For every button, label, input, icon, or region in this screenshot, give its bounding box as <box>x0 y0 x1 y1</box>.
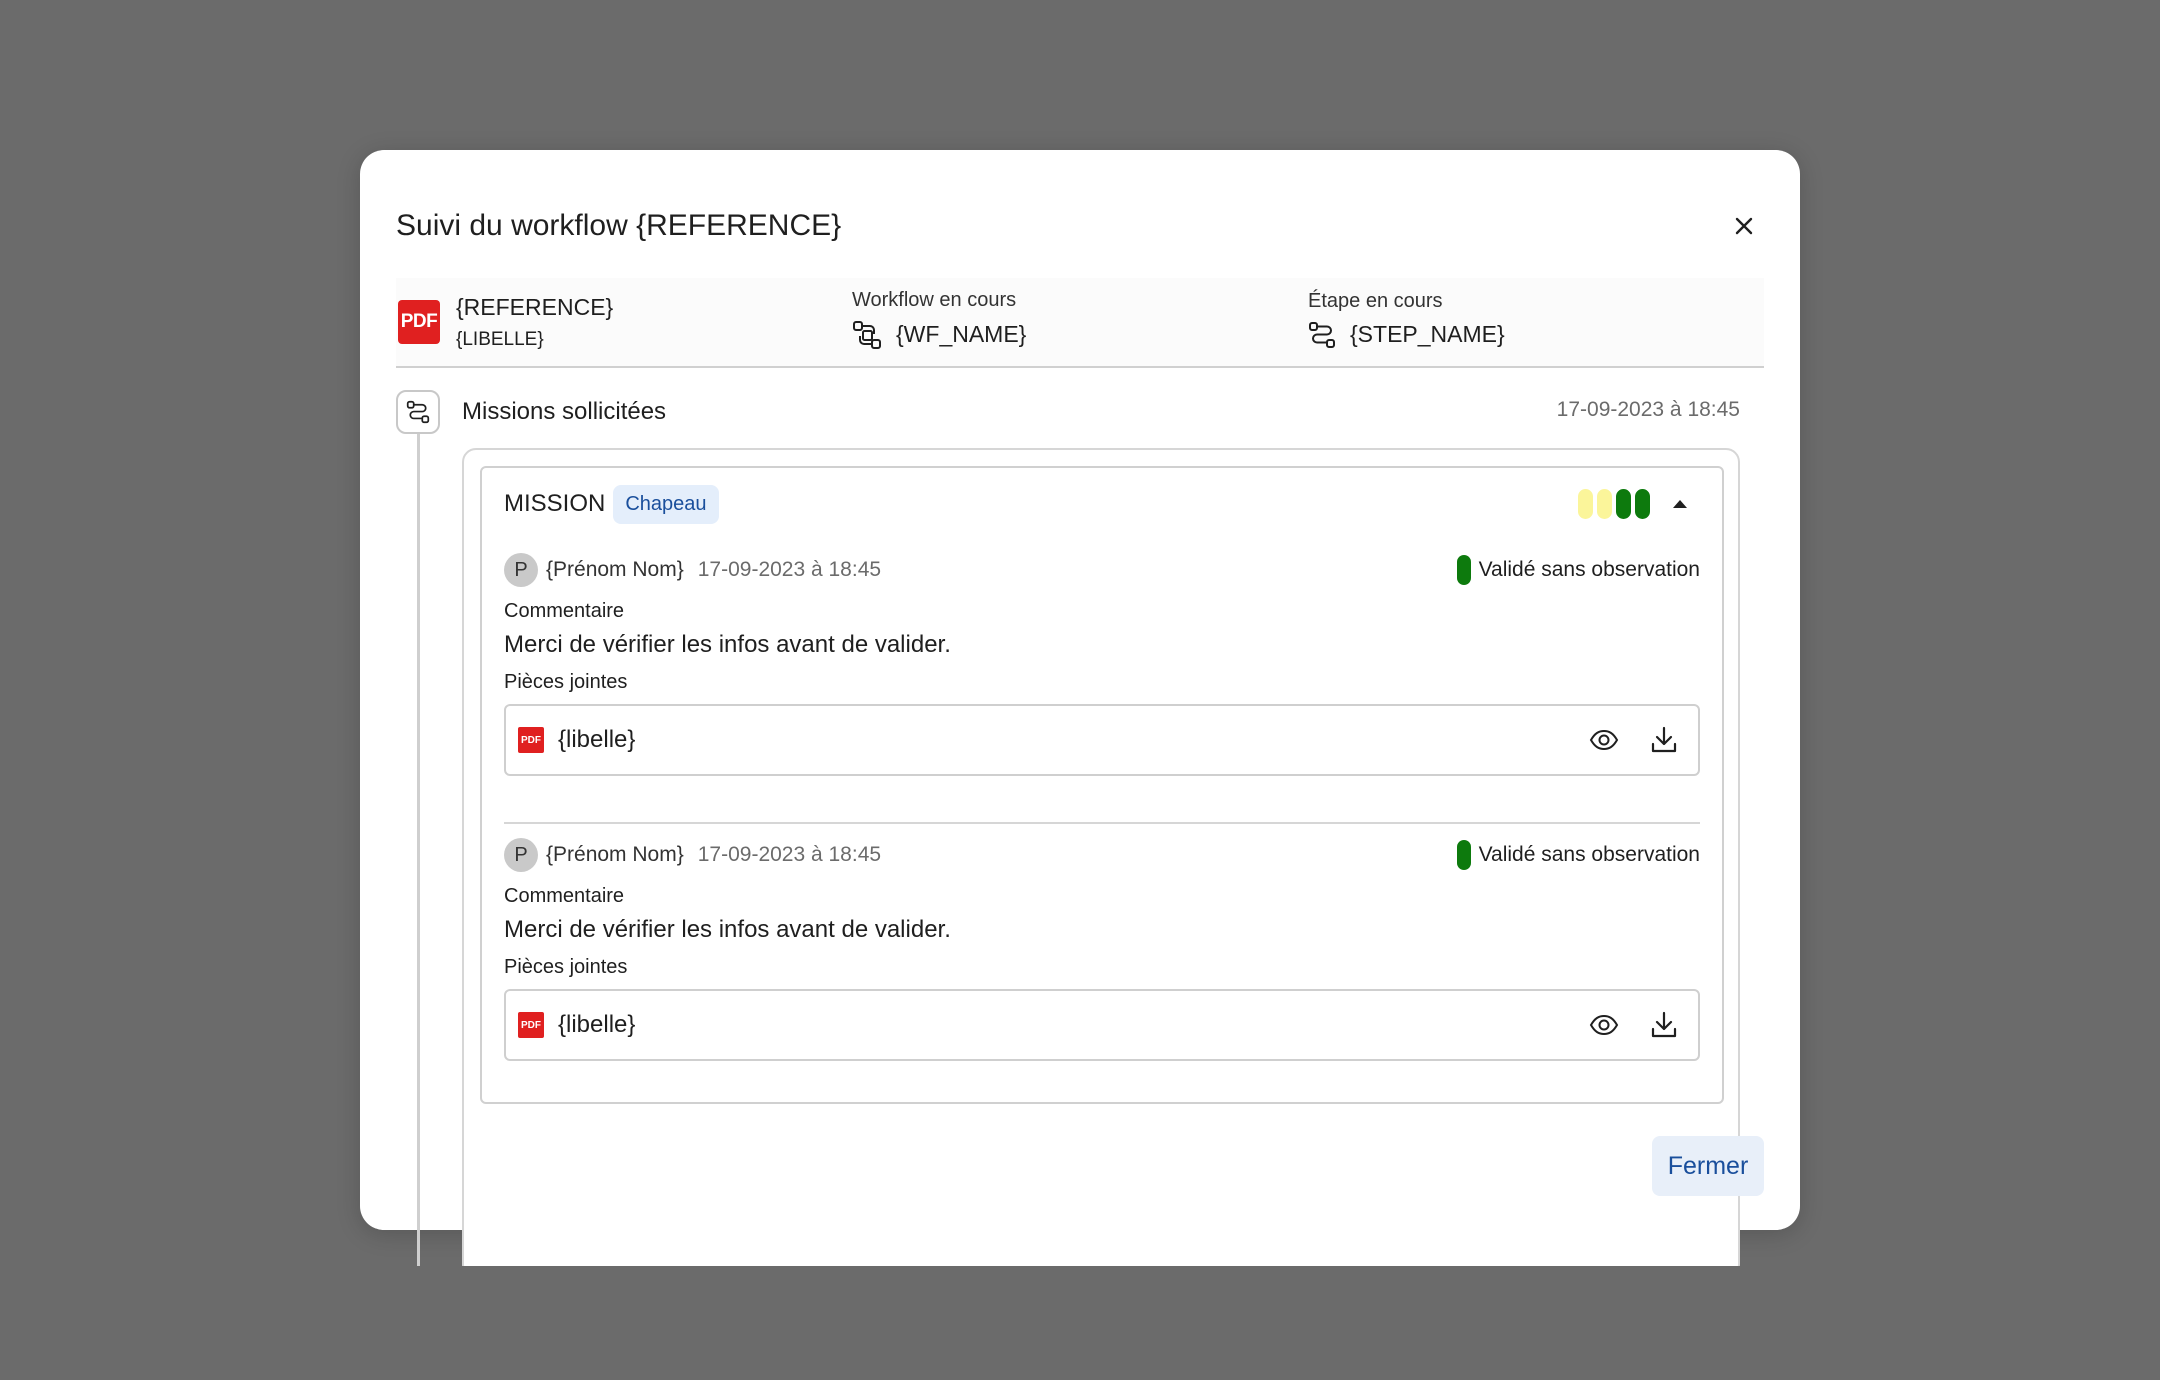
entry-author: {Prénom Nom} <box>546 558 684 581</box>
timeline-step-date: 17-09-2023 à 18:45 <box>1556 398 1740 421</box>
status-badge: Validé sans observation <box>1456 840 1700 870</box>
document-info: PDF {REFERENCE} {LIBELLE} <box>396 278 852 366</box>
document-reference: {REFERENCE} <box>456 293 614 320</box>
close-button[interactable] <box>1720 202 1768 250</box>
mission-progress <box>1578 489 1650 519</box>
route-icon <box>1309 321 1335 348</box>
pdf-icon: PDF <box>518 727 544 753</box>
step-info: Étape en cours {STEP_NAME} <box>1308 278 1764 366</box>
mission-entry: P {Prénom Nom} 17-09-2023 à 18:45 Validé… <box>504 837 1700 1107</box>
route-icon <box>406 400 430 424</box>
status-badge: Validé sans observation <box>1456 555 1700 585</box>
attachment-name: {libelle} <box>558 726 636 753</box>
entry-divider <box>504 822 1700 824</box>
attachment-row: PDF {libelle} <box>504 704 1700 776</box>
modal-title: Suivi du workflow {REFERENCE} <box>396 209 842 242</box>
download-icon <box>1651 726 1677 753</box>
avatar: P <box>504 553 538 587</box>
document-libelle: {LIBELLE} <box>456 328 544 350</box>
workflow-modal: Suivi du workflow {REFERENCE} PDF {REFER… <box>360 150 1800 1266</box>
workflow-name: {WF_NAME} <box>896 321 1027 347</box>
mission-entry: P {Prénom Nom} 17-09-2023 à 18:45 Validé… <box>504 552 1700 822</box>
collapse-button[interactable] <box>1666 490 1694 518</box>
step-label: Étape en cours <box>1308 289 1443 312</box>
avatar: P <box>504 838 538 872</box>
close-icon <box>1735 217 1753 235</box>
comment-text: Merci de vérifier les infos avant de val… <box>504 916 951 943</box>
timeline-scroll-area[interactable]: Missions sollicitées 17-09-2023 à 18:45 … <box>396 390 1764 1266</box>
status-text: Validé sans observation <box>1478 843 1700 866</box>
download-button[interactable] <box>1648 1009 1680 1041</box>
progress-pill <box>1578 489 1593 519</box>
timeline-line <box>417 432 420 1266</box>
missions-card: MISSION Chapeau P {Prénom Nom} 17-09-202… <box>462 448 1740 1266</box>
caret-up-icon <box>1673 500 1687 508</box>
status-indicator <box>1456 555 1471 585</box>
timeline-step-title: Missions sollicitées <box>462 398 667 425</box>
eye-icon <box>1589 1014 1619 1036</box>
step-name: {STEP_NAME} <box>1350 321 1505 347</box>
fermer-button[interactable]: Fermer <box>1652 1136 1764 1196</box>
status-text: Validé sans observation <box>1478 558 1700 581</box>
download-icon <box>1651 1011 1677 1038</box>
preview-button[interactable] <box>1588 1009 1620 1041</box>
progress-pill <box>1597 489 1612 519</box>
attachments-label: Pièces jointes <box>504 956 628 978</box>
comment-label: Commentaire <box>504 600 625 622</box>
modal-header: Suivi du workflow {REFERENCE} <box>396 196 1764 256</box>
entry-author: {Prénom Nom} <box>546 843 684 866</box>
mission-card: MISSION Chapeau P {Prénom Nom} 17-09-202… <box>480 466 1724 1104</box>
timeline-node <box>396 390 440 434</box>
status-indicator <box>1456 840 1471 870</box>
preview-button[interactable] <box>1588 724 1620 756</box>
pdf-icon: PDF <box>518 1012 544 1038</box>
info-bar: PDF {REFERENCE} {LIBELLE} Workflow en co… <box>396 278 1764 368</box>
download-button[interactable] <box>1648 724 1680 756</box>
progress-pill <box>1616 489 1631 519</box>
comment-text: Merci de vérifier les infos avant de val… <box>504 631 951 658</box>
attachments-label: Pièces jointes <box>504 671 628 693</box>
workflow-icon <box>853 320 881 349</box>
comment-label: Commentaire <box>504 885 625 907</box>
workflow-label: Workflow en cours <box>852 288 1017 311</box>
pdf-icon: PDF <box>398 300 440 344</box>
progress-pill <box>1635 489 1650 519</box>
eye-icon <box>1589 729 1619 751</box>
entry-date: 17-09-2023 à 18:45 <box>697 558 882 581</box>
attachment-row: PDF {libelle} <box>504 989 1700 1061</box>
workflow-info: Workflow en cours {WF_NAME} <box>852 278 1308 366</box>
entry-date: 17-09-2023 à 18:45 <box>697 843 882 866</box>
mission-tag: Chapeau <box>613 484 719 524</box>
mission-header: MISSION Chapeau <box>504 482 1700 526</box>
attachment-name: {libelle} <box>558 1011 636 1038</box>
mission-label: MISSION <box>504 490 606 517</box>
